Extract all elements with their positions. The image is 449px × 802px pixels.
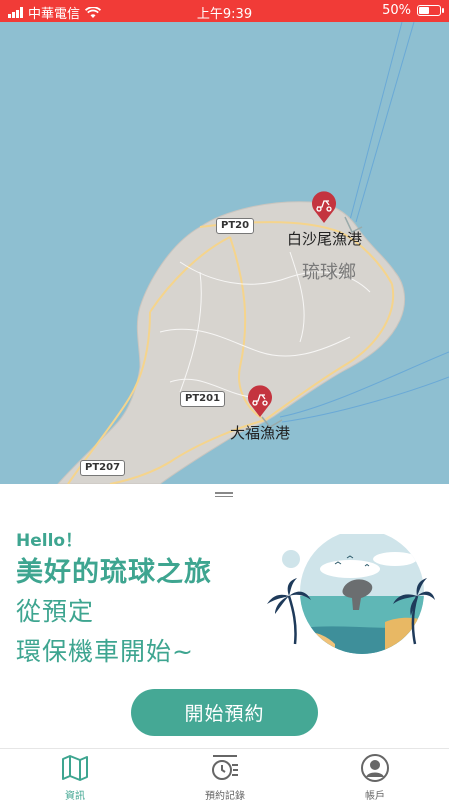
status-bar: 中華電信 上午9:39 50% (0, 0, 449, 22)
map-icon (62, 755, 88, 781)
region-label: 琉球鄉 (302, 262, 356, 283)
greeting-text: Hello！ (16, 531, 83, 551)
tagline-line-2: 環保機車開始~ (16, 637, 194, 666)
info-sheet: Hello！ 美好的琉球之旅 從預定 環保機車開始~ 開始預約 (0, 484, 449, 748)
island-illustration (267, 534, 435, 654)
account-icon (361, 754, 389, 782)
tagline-line-1: 從預定 (16, 597, 95, 626)
tab-account[interactable]: 帳戶 (315, 749, 435, 802)
tab-info[interactable]: 資訊 (15, 749, 135, 802)
road-badge-pt20: PT20 (216, 218, 255, 234)
bottom-tab-bar: 資訊 預約記錄 帳戶 (0, 748, 449, 802)
tab-booking-records[interactable]: 預約記錄 (165, 749, 285, 802)
sheet-drag-handle[interactable] (215, 492, 233, 498)
clock-list-icon (212, 755, 238, 780)
headline-text: 美好的琉球之旅 (16, 557, 212, 588)
map-canvas[interactable] (0, 22, 449, 484)
map-view[interactable]: PT20 PT201 PT207 琉球鄉 白沙尾漁港 大福漁港 (0, 22, 449, 484)
port-label-dafu: 大福漁港 (230, 424, 291, 442)
start-booking-button[interactable]: 開始預約 (131, 689, 318, 736)
port-label-baishawei: 白沙尾漁港 (287, 230, 363, 248)
port-marker-pin[interactable] (246, 384, 274, 418)
status-right: 50% (382, 3, 444, 18)
road-badge-pt207: PT207 (80, 460, 126, 476)
battery-icon (417, 5, 444, 16)
port-marker-pin[interactable] (310, 190, 338, 224)
road-badge-pt201: PT201 (180, 391, 226, 407)
battery-percent: 50% (382, 3, 411, 18)
